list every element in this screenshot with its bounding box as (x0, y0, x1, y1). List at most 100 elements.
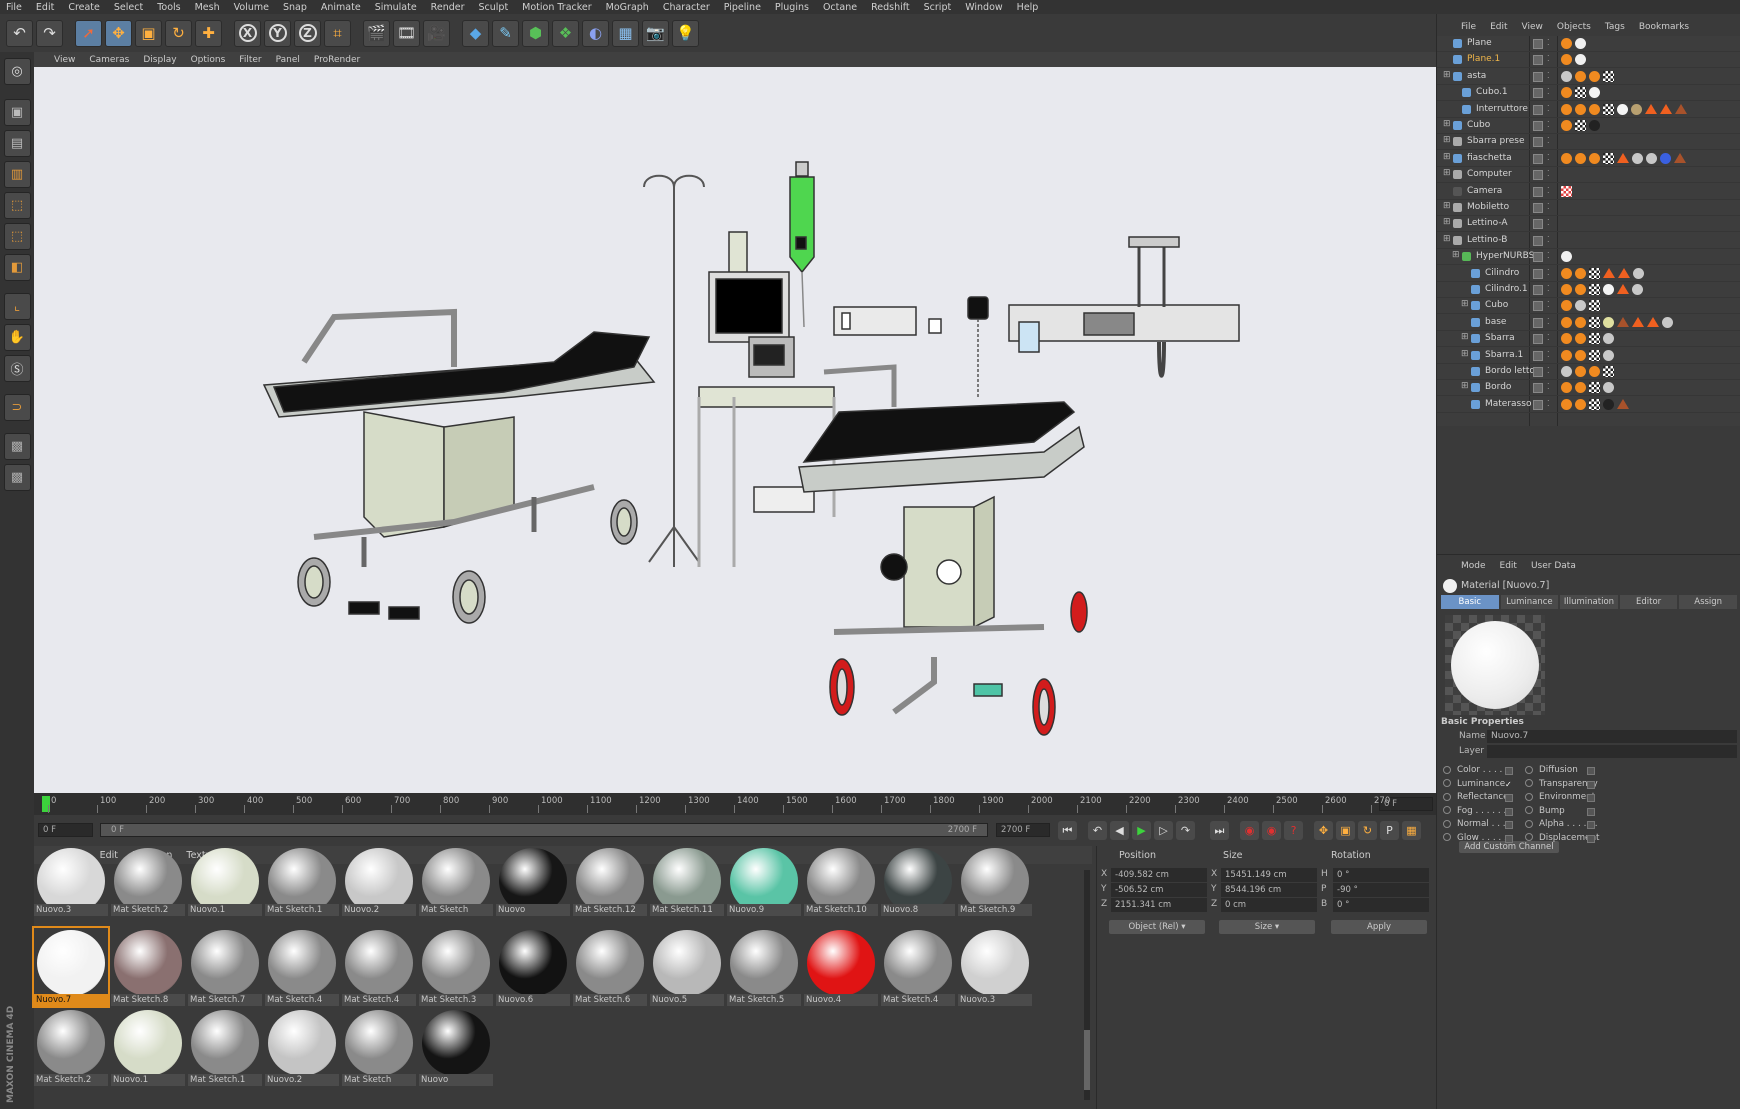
texture-tag-icon[interactable] (1589, 349, 1600, 361)
menu-sculpt[interactable]: Sculpt (479, 2, 509, 13)
phong-tag-icon[interactable] (1561, 349, 1572, 361)
expand-toggle-icon[interactable]: ⊞ (1443, 168, 1451, 178)
material-tag-icon[interactable] (1603, 316, 1614, 328)
material-tag-icon[interactable] (1575, 300, 1586, 312)
key-pla-icon[interactable]: ▦ (1402, 821, 1421, 840)
editor-render-dots-icon[interactable]: ⁚ (1547, 218, 1550, 227)
layer-visibility-icon[interactable] (1533, 71, 1543, 82)
menu-simulate[interactable]: Simulate (375, 2, 417, 13)
material-tag-icon[interactable] (1589, 120, 1600, 131)
material-swatch[interactable]: Mat Sketch.12 (573, 848, 647, 916)
object-row[interactable]: ⊞ fiaschetta ⁚ (1437, 151, 1740, 167)
magnet-icon[interactable]: ⊃ (3, 394, 31, 421)
axis-y-button[interactable]: Y (264, 19, 291, 47)
material-tag-icon[interactable] (1660, 152, 1671, 164)
object-menu-tags[interactable]: Tags (1605, 22, 1625, 32)
menu-pipeline[interactable]: Pipeline (724, 2, 761, 13)
floor-icon[interactable]: ▦ (612, 19, 639, 47)
make-editable-icon[interactable]: ◎ (3, 58, 31, 85)
layer-visibility-icon[interactable] (1533, 219, 1543, 230)
texture-tag-icon[interactable] (1589, 398, 1600, 410)
cube-primitive-icon[interactable]: ◆ (462, 19, 489, 47)
material-tag-icon[interactable] (1589, 103, 1600, 115)
material-tag-icon[interactable] (1575, 54, 1586, 66)
texture-tag-icon[interactable] (1603, 70, 1614, 82)
frame-range-slider[interactable]: 0 F 2700 F (100, 823, 988, 837)
material-tag-icon[interactable] (1631, 103, 1642, 115)
channel-checkbox[interactable] (1505, 794, 1513, 802)
texture-tag-icon[interactable] (1589, 316, 1600, 328)
material-swatch[interactable]: Mat Sketch.2 (111, 848, 185, 916)
expand-toggle-icon[interactable]: ⊞ (1443, 201, 1451, 211)
material-swatch[interactable]: Nuovo.2 (342, 848, 416, 916)
phong-tag-icon[interactable] (1575, 70, 1586, 82)
material-tag-icon[interactable] (1633, 267, 1644, 279)
render-settings-icon[interactable]: 🎥 (423, 19, 450, 47)
autokey-icon[interactable]: ◉ (1262, 821, 1281, 840)
next-frame-icon[interactable]: ▷ (1154, 821, 1173, 840)
editor-render-dots-icon[interactable]: ⁚ (1547, 120, 1550, 129)
channel-checkbox[interactable]: ✓ (1505, 780, 1513, 789)
start-frame-field[interactable]: 0 F (38, 823, 93, 837)
material-tag-icon[interactable] (1617, 103, 1628, 115)
layer-visibility-icon[interactable] (1533, 399, 1543, 410)
editor-render-dots-icon[interactable]: ⁚ (1547, 268, 1550, 277)
texture-tag-icon[interactable] (1589, 382, 1600, 394)
expand-toggle-icon[interactable]: ⊞ (1443, 217, 1451, 227)
object-menu-bookmarks[interactable]: Bookmarks (1639, 22, 1689, 32)
selection-tag-icon[interactable] (1675, 103, 1687, 114)
material-tag-icon[interactable] (1561, 120, 1572, 131)
rotate-tool-icon[interactable]: ↻ (165, 19, 192, 47)
material-swatch[interactable]: Nuovo.2 (265, 1008, 339, 1086)
3d-viewport[interactable] (34, 67, 1436, 793)
object-menu-objects[interactable]: Objects (1557, 22, 1591, 32)
material-tag-icon[interactable] (1561, 87, 1572, 99)
phong-tag-icon[interactable] (1561, 284, 1572, 295)
selection-tag-icon[interactable] (1660, 103, 1672, 114)
menu-octane[interactable]: Octane (823, 2, 857, 13)
material-swatch[interactable]: Nuovo.6 (496, 928, 570, 1006)
polygons-mode-icon[interactable]: ◧ (3, 254, 31, 281)
material-swatch[interactable]: Mat Sketch.10 (804, 848, 878, 916)
material-tag-icon[interactable] (1575, 316, 1586, 328)
texture-tag-icon[interactable] (1589, 333, 1600, 345)
object-row[interactable]: ⊞ Sbarra ⁚ (1437, 331, 1740, 348)
object-row[interactable]: Cilindro ⁚ (1437, 266, 1740, 282)
channel-checkbox[interactable] (1587, 767, 1595, 775)
phong-tag-icon[interactable] (1561, 316, 1572, 328)
object-row[interactable]: Camera ⁚ (1437, 184, 1740, 200)
tweak-mode-icon[interactable]: ✋ (3, 324, 31, 351)
object-row[interactable]: Materasso ⁚ (1437, 397, 1740, 413)
object-row[interactable]: Plane ⁚ (1437, 36, 1740, 52)
prev-frame-icon[interactable]: ◀ (1110, 821, 1129, 840)
editor-render-dots-icon[interactable]: ⁚ (1547, 87, 1550, 96)
menu-plugins[interactable]: Plugins (775, 2, 809, 13)
layer-visibility-icon[interactable] (1533, 235, 1543, 246)
material-swatch[interactable]: Mat Sketch.9 (958, 848, 1032, 916)
object-row[interactable]: Interruttore ⁚ (1437, 102, 1740, 118)
viewport-menu-cameras[interactable]: Cameras (89, 55, 129, 65)
material-tag-icon[interactable] (1603, 398, 1614, 410)
object-menu-file[interactable]: File (1461, 22, 1476, 32)
menu-tools[interactable]: Tools (157, 2, 180, 13)
material-tag-icon[interactable] (1589, 152, 1600, 164)
viewport-menu-prorender[interactable]: ProRender (314, 55, 360, 65)
layer-visibility-icon[interactable] (1533, 252, 1543, 263)
object-row[interactable]: ⊞ HyperNURBS ⁚ (1437, 249, 1740, 266)
name-field[interactable]: Nuovo.7 (1487, 730, 1737, 743)
record-icon[interactable]: ◉ (1240, 821, 1259, 840)
material-swatch[interactable]: Mat Sketch.2 (34, 1008, 108, 1086)
selection-tag-icon[interactable] (1617, 152, 1629, 163)
axis-mode-icon[interactable]: ⌞ (3, 293, 31, 320)
editor-render-dots-icon[interactable]: ⁚ (1547, 350, 1550, 359)
material-tag-icon[interactable] (1603, 333, 1614, 345)
size-field[interactable]: 0 cm (1221, 898, 1317, 912)
texture-mode-icon[interactable]: ▤ (3, 130, 31, 157)
object-row[interactable]: ⊞ Computer ⁚ (1437, 167, 1740, 184)
tab-illumination[interactable]: Illumination (1560, 595, 1618, 609)
layer-visibility-icon[interactable] (1533, 88, 1543, 99)
object-row[interactable]: Plane.1 ⁚ (1437, 52, 1740, 69)
texture-tag-icon[interactable] (1575, 87, 1586, 99)
material-swatch[interactable]: Mat Sketch (419, 848, 493, 916)
workplane-mode-icon[interactable]: ▥ (3, 161, 31, 188)
